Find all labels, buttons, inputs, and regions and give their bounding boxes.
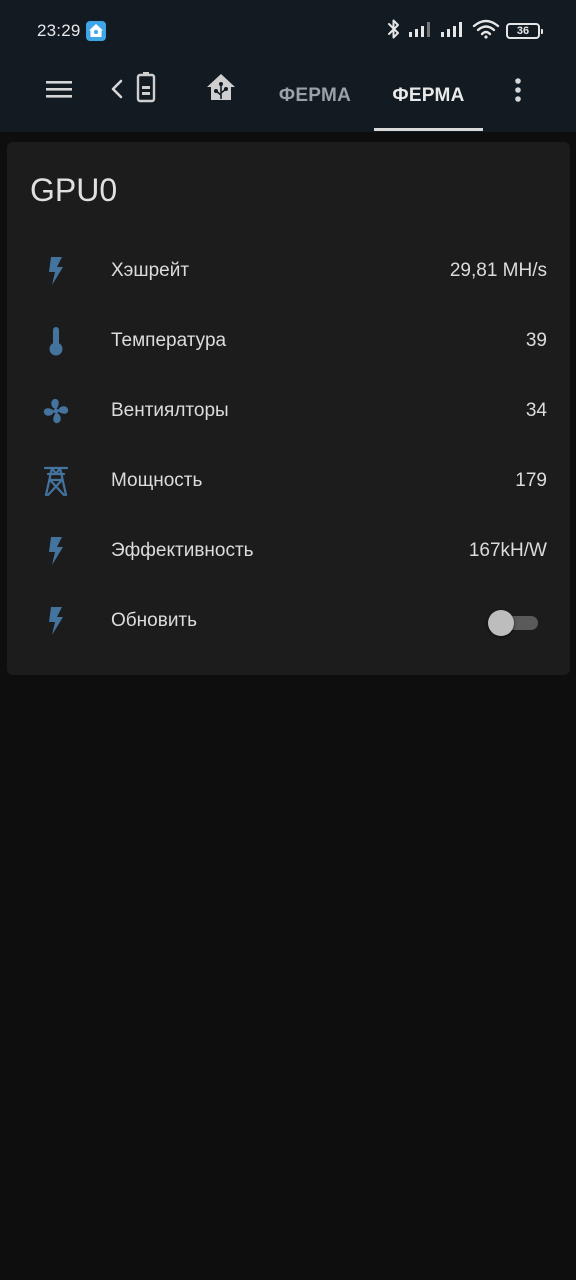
entity-value: 167kH/W	[468, 540, 547, 561]
entity-value: 29,81 MH/s	[449, 260, 547, 281]
entity-row-power[interactable]: Мощность 179	[7, 446, 570, 516]
signal-icon	[408, 20, 434, 43]
status-icons: 36	[386, 18, 543, 45]
card-title: GPU0	[30, 172, 118, 208]
entity-row-temperature[interactable]: Температура 39	[7, 306, 570, 376]
transmission-tower-icon	[41, 466, 71, 496]
more-vertical-icon[interactable]	[502, 74, 534, 106]
status-bar: 23:29 36	[0, 0, 576, 62]
toggle-thumb	[488, 610, 514, 636]
active-tab-indicator	[374, 128, 483, 131]
entity-value: 34	[525, 400, 547, 421]
tab-home-assistant[interactable]	[200, 70, 242, 108]
entity-label: Вентиялторы	[111, 400, 229, 421]
thermometer-icon	[41, 326, 71, 356]
entity-row-hashrate[interactable]: Хэшрейт 29,81 MH/s	[7, 236, 570, 306]
battery-icon: 36	[506, 23, 543, 39]
tab-battery[interactable]	[128, 70, 164, 108]
bluetooth-icon	[386, 18, 402, 45]
tab-ferma-1[interactable]: ФЕРМА	[268, 62, 362, 130]
tab-ferma-2[interactable]: ФЕРМА	[374, 62, 483, 130]
menu-icon[interactable]	[40, 75, 78, 103]
entity-row-fans[interactable]: Вентиялторы 34	[7, 376, 570, 446]
entity-value: 179	[515, 470, 547, 491]
entity-row-refresh: Обновить	[7, 586, 570, 656]
entity-label: Обновить	[111, 610, 198, 631]
chevron-left-icon[interactable]	[104, 75, 130, 103]
flash-icon	[41, 256, 71, 286]
signal-icon	[440, 20, 466, 43]
entity-label: Эффективность	[111, 540, 254, 561]
fan-icon	[41, 396, 71, 426]
entity-label: Мощность	[111, 470, 203, 491]
gpu-entities-card: GPU0 Хэшрейт 29,81 MH/s Температура 39 В…	[7, 142, 570, 675]
entity-label: Температура	[111, 330, 227, 351]
entity-value: 39	[525, 330, 547, 351]
flash-icon	[41, 606, 71, 636]
entity-label: Хэшрейт	[111, 260, 190, 281]
home-assistant-badge-icon	[86, 21, 106, 41]
app-toolbar: ФЕРМА ФЕРМА	[0, 62, 576, 132]
battery-level: 36	[516, 24, 530, 37]
home-assistant-icon	[205, 72, 237, 107]
status-time: 23:29	[37, 21, 81, 40]
battery-icon	[135, 71, 157, 108]
refresh-toggle[interactable]	[488, 610, 540, 636]
wifi-icon	[472, 19, 500, 44]
entity-row-efficiency[interactable]: Эффективность 167kH/W	[7, 516, 570, 586]
flash-icon	[41, 536, 71, 566]
